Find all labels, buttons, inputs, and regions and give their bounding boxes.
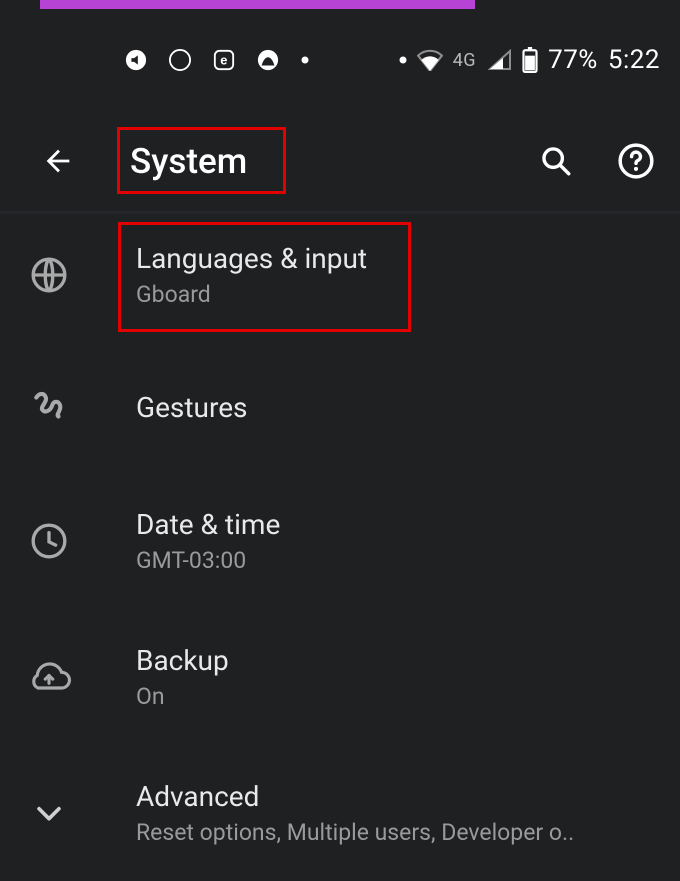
wifi-icon	[417, 49, 443, 71]
settings-item-backup[interactable]: Backup On	[0, 616, 680, 754]
back-arrow-icon	[41, 144, 75, 178]
back-button[interactable]	[28, 131, 88, 191]
settings-item-gestures[interactable]: Gestures	[0, 348, 680, 478]
settings-item-subtitle: Reset options, Multiple users, Developer…	[136, 819, 574, 846]
settings-item-title: Gestures	[136, 391, 248, 424]
page-title: System	[130, 141, 247, 182]
status-bar-left-icons: e	[125, 49, 309, 71]
sound-icon	[125, 49, 147, 71]
network-type-label: 4G	[453, 50, 476, 71]
vpn-icon	[257, 49, 279, 71]
gesture-icon	[22, 380, 76, 434]
status-bar: e 4G 77% 5:22	[0, 40, 680, 80]
app-e-icon: e	[213, 49, 235, 71]
chevron-down-icon	[22, 786, 76, 840]
app-bar: System	[0, 115, 680, 207]
battery-percent-label: 77%	[548, 45, 598, 75]
settings-item-title: Languages & input	[136, 242, 367, 275]
settings-item-subtitle: GMT-03:00	[136, 547, 280, 574]
settings-item-languages[interactable]: Languages & input Gboard	[0, 214, 680, 348]
dnd-icon	[169, 49, 191, 71]
settings-item-datetime[interactable]: Date & time GMT-03:00	[0, 478, 680, 616]
settings-item-title: Date & time	[136, 508, 280, 541]
battery-icon	[522, 47, 538, 73]
search-button[interactable]	[534, 139, 578, 183]
cloud-upload-icon	[22, 650, 76, 704]
search-icon	[539, 144, 573, 178]
help-button[interactable]	[614, 139, 658, 183]
settings-item-title: Backup	[136, 644, 229, 677]
settings-item-title: Advanced	[136, 780, 574, 813]
dot-icon	[301, 56, 309, 64]
globe-icon	[22, 248, 76, 302]
decorative-top-bar	[40, 0, 475, 9]
app-bar-actions	[534, 139, 658, 183]
settings-list: Languages & input Gboard Gestures Date &…	[0, 214, 680, 881]
settings-item-subtitle: Gboard	[136, 281, 367, 308]
clock-icon	[22, 514, 76, 568]
svg-text:e: e	[220, 53, 228, 68]
clock-label: 5:22	[608, 45, 660, 75]
settings-item-advanced[interactable]: Advanced Reset options, Multiple users, …	[0, 754, 680, 856]
settings-item-subtitle: On	[136, 683, 229, 710]
status-bar-right: 4G 77% 5:22	[399, 45, 660, 75]
dot-icon	[399, 56, 407, 64]
help-icon	[617, 142, 655, 180]
signal-icon	[488, 49, 512, 71]
